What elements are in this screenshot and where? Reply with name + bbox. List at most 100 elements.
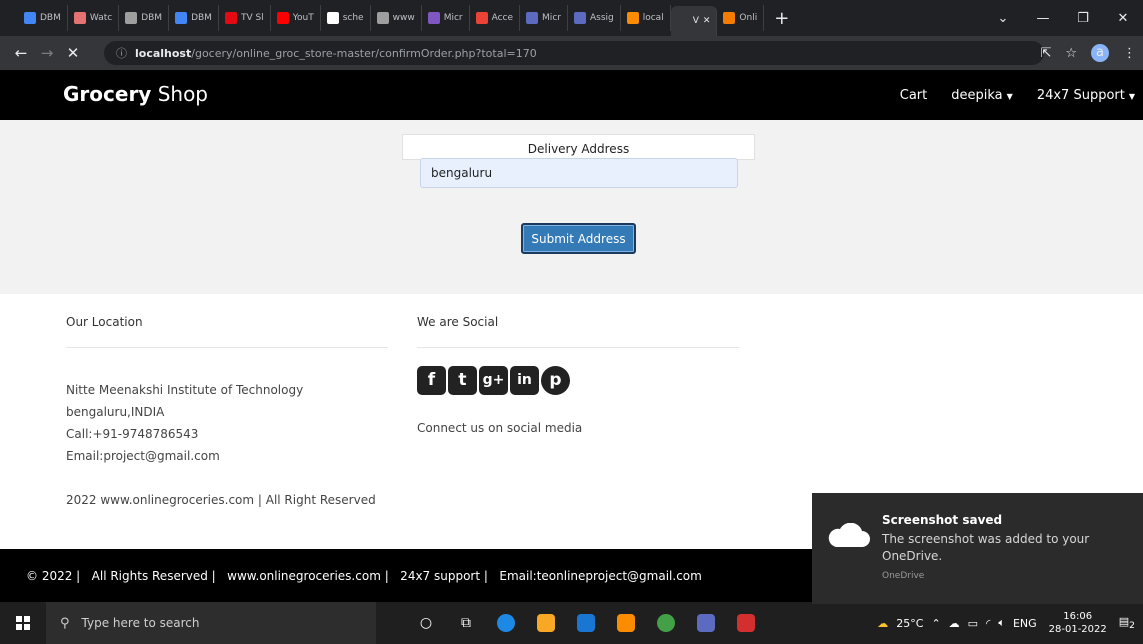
toast-message: The screenshot was added to your OneDriv… (882, 532, 1090, 563)
tab-favicon-icon (73, 12, 86, 24)
tab-favicon-icon (526, 12, 539, 24)
pinterest-icon[interactable]: p (541, 366, 570, 395)
address-bar[interactable]: ⓘ localhost /gocery/online_groc_store-ma… (104, 41, 1044, 65)
cortana-icon[interactable]: ○ (408, 611, 444, 635)
back-icon[interactable]: ← (8, 44, 34, 62)
footer-phone: Call:+91-9748786543 (66, 427, 199, 441)
taskbar-search[interactable]: ⚲ Type here to search (46, 602, 376, 644)
browser-tab[interactable]: Acce (470, 5, 521, 31)
file-explorer-icon[interactable] (528, 611, 564, 635)
task-view-icon[interactable]: ⧉ (448, 611, 484, 635)
browser-tab[interactable]: www (371, 5, 422, 31)
nav-user-dropdown[interactable]: deepika ▼ (951, 88, 1013, 103)
tab-search-icon[interactable]: ⌄ (983, 11, 1023, 26)
toolbar-actions: ⇱ ☆ a ⋮ (1033, 36, 1143, 70)
bookmark-star-icon[interactable]: ☆ (1065, 46, 1077, 61)
close-tab-icon[interactable]: ✕ (703, 16, 711, 26)
new-tab-button[interactable]: + (774, 8, 789, 29)
browser-tab[interactable]: DBM (169, 5, 219, 31)
forward-icon[interactable]: → (34, 44, 60, 62)
volume-icon[interactable]: 🔈︎ (998, 616, 1005, 630)
onedrive-tray-icon[interactable]: ☁ (949, 617, 960, 630)
nav-cart-link[interactable]: Cart (900, 88, 928, 103)
browser-tab[interactable]: sche (321, 5, 371, 31)
system-tray: ☁ 25°C ⌃ ☁ ▭ ◜ 🔈︎ ENG 16:06 28-01-2022 ▤… (873, 602, 1143, 644)
tab-label: Micr (542, 13, 561, 23)
language-indicator[interactable]: ENG (1013, 617, 1037, 630)
browser-tab[interactable]: Onli (717, 5, 765, 31)
tab-label: Acce (491, 13, 514, 23)
twitter-icon[interactable]: t (448, 366, 477, 395)
url-path: /gocery/online_groc_store-master/confirm… (191, 46, 537, 60)
restore-icon[interactable]: ❐ (1063, 11, 1103, 26)
delivery-address-input[interactable] (420, 158, 738, 188)
profile-avatar[interactable]: a (1091, 44, 1109, 62)
footer-email: Email:project@gmail.com (66, 449, 220, 463)
browser-tab[interactable]: DBM (18, 5, 68, 31)
xampp-icon[interactable] (608, 611, 644, 635)
battery-icon[interactable]: ▭ (968, 617, 978, 630)
browser-tab[interactable]: Micr (520, 5, 568, 31)
linkedin-icon[interactable]: in (510, 366, 539, 395)
weather-icon[interactable]: ☁ (877, 617, 888, 630)
tab-favicon-icon (723, 12, 736, 24)
browser-tab[interactable]: Micr (422, 5, 470, 31)
share-icon[interactable]: ⇱ (1040, 46, 1051, 61)
delivery-address-panel: Delivery Address (402, 134, 755, 160)
close-window-icon[interactable]: ✕ (1103, 11, 1143, 26)
chrome-icon[interactable] (648, 611, 684, 635)
mail-icon[interactable] (568, 611, 604, 635)
tab-favicon-icon (276, 12, 289, 24)
menu-dots-icon[interactable]: ⋮ (1123, 46, 1136, 61)
window-controls: ⌄ — ❐ ✕ (983, 0, 1143, 36)
facebook-icon[interactable]: f (417, 366, 446, 395)
notification-center-icon[interactable]: ▤2 (1119, 615, 1135, 631)
onedrive-toast[interactable]: Screenshot saved The screenshot was adde… (812, 493, 1143, 604)
brand-bold: Grocery (63, 82, 152, 106)
tab-favicon-icon (676, 15, 689, 27)
site-brand[interactable]: Grocery Shop (63, 82, 208, 106)
browser-tab[interactable]: Assig (568, 5, 621, 31)
wifi-icon[interactable]: ◜ (986, 617, 990, 630)
clock-time: 16:06 (1063, 611, 1093, 622)
tab-label: TV Sl (240, 13, 264, 23)
browser-tab[interactable]: YouT (271, 5, 321, 31)
browser-tab[interactable]: DBM (119, 5, 170, 31)
windows-start-icon[interactable] (0, 602, 46, 644)
info-icon[interactable]: ⓘ (116, 45, 127, 61)
weather-temp[interactable]: 25°C (896, 617, 923, 630)
browser-tab[interactable]: local (621, 5, 671, 31)
browser-tab[interactable]: V ✕ (670, 6, 718, 36)
browser-tab[interactable]: TV Sl (219, 5, 271, 31)
tab-label: DBM (141, 13, 163, 23)
tab-favicon-icon (376, 12, 389, 24)
tray-chevron-icon[interactable]: ⌃ (931, 617, 940, 630)
minimize-icon[interactable]: — (1023, 11, 1063, 26)
stop-loading-icon[interactable]: ✕ (60, 44, 86, 62)
toast-title: Screenshot saved (882, 513, 1003, 527)
tab-favicon-icon (427, 12, 440, 24)
google-plus-icon[interactable]: g+ (479, 366, 508, 395)
tab-label: DBM (40, 13, 61, 23)
taskbar-search-placeholder: Type here to search (81, 616, 200, 630)
tab-label: Onli (739, 13, 758, 23)
tab-favicon-icon (175, 12, 188, 24)
caret-down-icon: ▼ (1006, 91, 1013, 101)
nav-support-dropdown[interactable]: 24x7 Support ▼ (1037, 88, 1135, 103)
cloud-icon (828, 523, 870, 547)
footer-bottom-text: © 2022 | All Rights Reserved | www.onlin… (26, 569, 702, 583)
footer-divider (66, 347, 388, 348)
clock-date: 28-01-2022 (1048, 624, 1107, 635)
tab-favicon-icon (626, 12, 639, 24)
browser-tab[interactable]: Watc (68, 5, 120, 31)
social-icons: f t g+ in p (417, 366, 570, 395)
url-host: localhost (135, 46, 192, 60)
app-icon[interactable] (688, 611, 724, 635)
edge-icon[interactable] (488, 611, 524, 635)
mcafee-icon[interactable] (728, 611, 764, 635)
submit-address-button[interactable]: Submit Address (521, 223, 636, 254)
tab-label: www (392, 13, 415, 23)
tab-label: Micr (443, 13, 463, 23)
footer-copyright: 2022 www.onlinegroceries.com | All Right… (66, 493, 376, 507)
taskbar-clock[interactable]: 16:06 28-01-2022 (1049, 610, 1107, 636)
